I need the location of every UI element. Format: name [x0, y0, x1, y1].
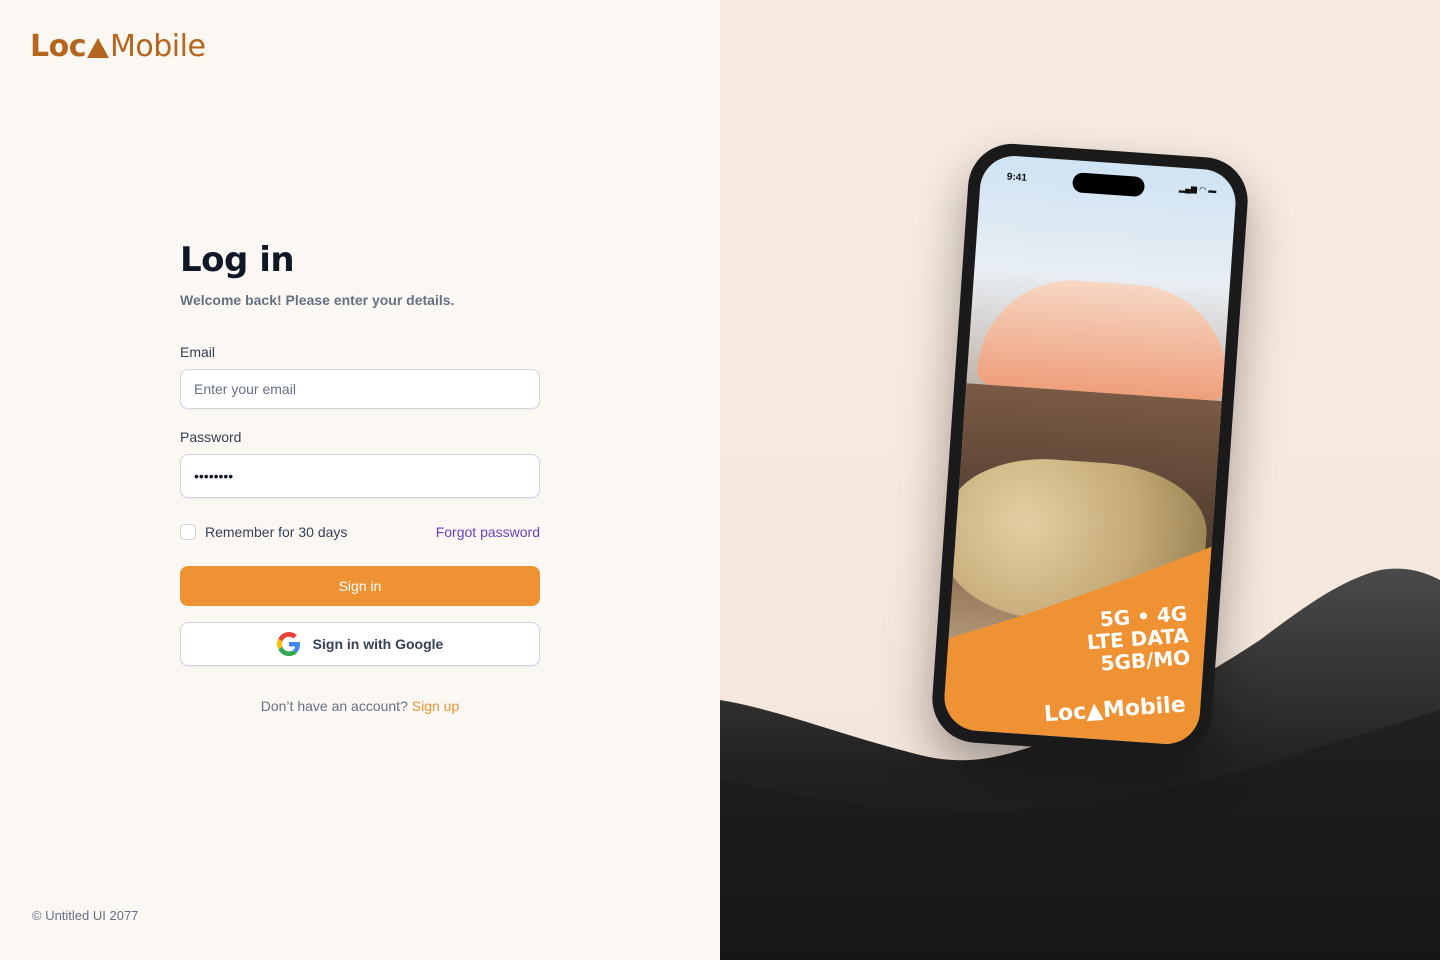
brand-logo[interactable]: Loc Mobile: [30, 28, 206, 64]
google-sign-in-button[interactable]: Sign in with Google: [180, 622, 540, 666]
status-time: 9:41: [1006, 171, 1028, 184]
logo-text-right: Mobile: [110, 28, 206, 64]
promo-text: 5G • 4G LTE DATA 5GB/MO: [1085, 601, 1191, 675]
google-icon: [276, 632, 300, 656]
remember-label: Remember for 30 days: [205, 524, 348, 540]
password-field[interactable]: [180, 454, 540, 498]
dynamic-island: [1071, 172, 1146, 198]
copyright-text: © Untitled UI 2077: [32, 908, 139, 923]
promo-logo-triangle-icon: ▲: [1085, 698, 1105, 725]
logo-triangle-icon: [87, 38, 110, 58]
remember-option: Remember for 30 days: [180, 524, 347, 540]
remember-checkbox[interactable]: [180, 524, 196, 540]
google-button-label: Sign in with Google: [312, 636, 444, 652]
sign-in-button[interactable]: Sign in: [180, 566, 540, 606]
phone-screen: 9:41 ▂▄▆ ◠ ▬ 5G • 4G LTE DATA 5GB/MO Loc…: [942, 153, 1238, 747]
promo-logo-left: Loc: [1043, 699, 1088, 728]
promo-panel: 9:41 ▂▄▆ ◠ ▬ 5G • 4G LTE DATA 5GB/MO Loc…: [720, 0, 1440, 960]
options-row: Remember for 30 days Forgot password: [180, 524, 540, 540]
page-title: Log in: [180, 240, 295, 280]
signal-battery-icon: ▂▄▆ ◠ ▬: [1178, 183, 1217, 196]
password-label: Password: [180, 429, 242, 445]
login-form: Log in Welcome back! Please enter your d…: [180, 238, 540, 714]
email-field[interactable]: [180, 369, 540, 409]
forgot-password-link[interactable]: Forgot password: [436, 524, 540, 540]
login-panel: Loc Mobile Log in Welcome back! Please e…: [0, 0, 720, 960]
logo-text-left: Loc: [30, 28, 87, 64]
page-subtitle: Welcome back! Please enter your details.: [180, 292, 455, 308]
umbrella-image: [976, 274, 1234, 402]
phone-mockup: 9:41 ▂▄▆ ◠ ▬ 5G • 4G LTE DATA 5GB/MO Loc…: [929, 140, 1251, 760]
sign-up-link[interactable]: Sign up: [412, 698, 459, 714]
no-account-text: Don’t have an account?: [260, 698, 408, 714]
email-label: Email: [180, 344, 216, 360]
signup-prompt: Don’t have an account? Sign up: [180, 698, 540, 714]
